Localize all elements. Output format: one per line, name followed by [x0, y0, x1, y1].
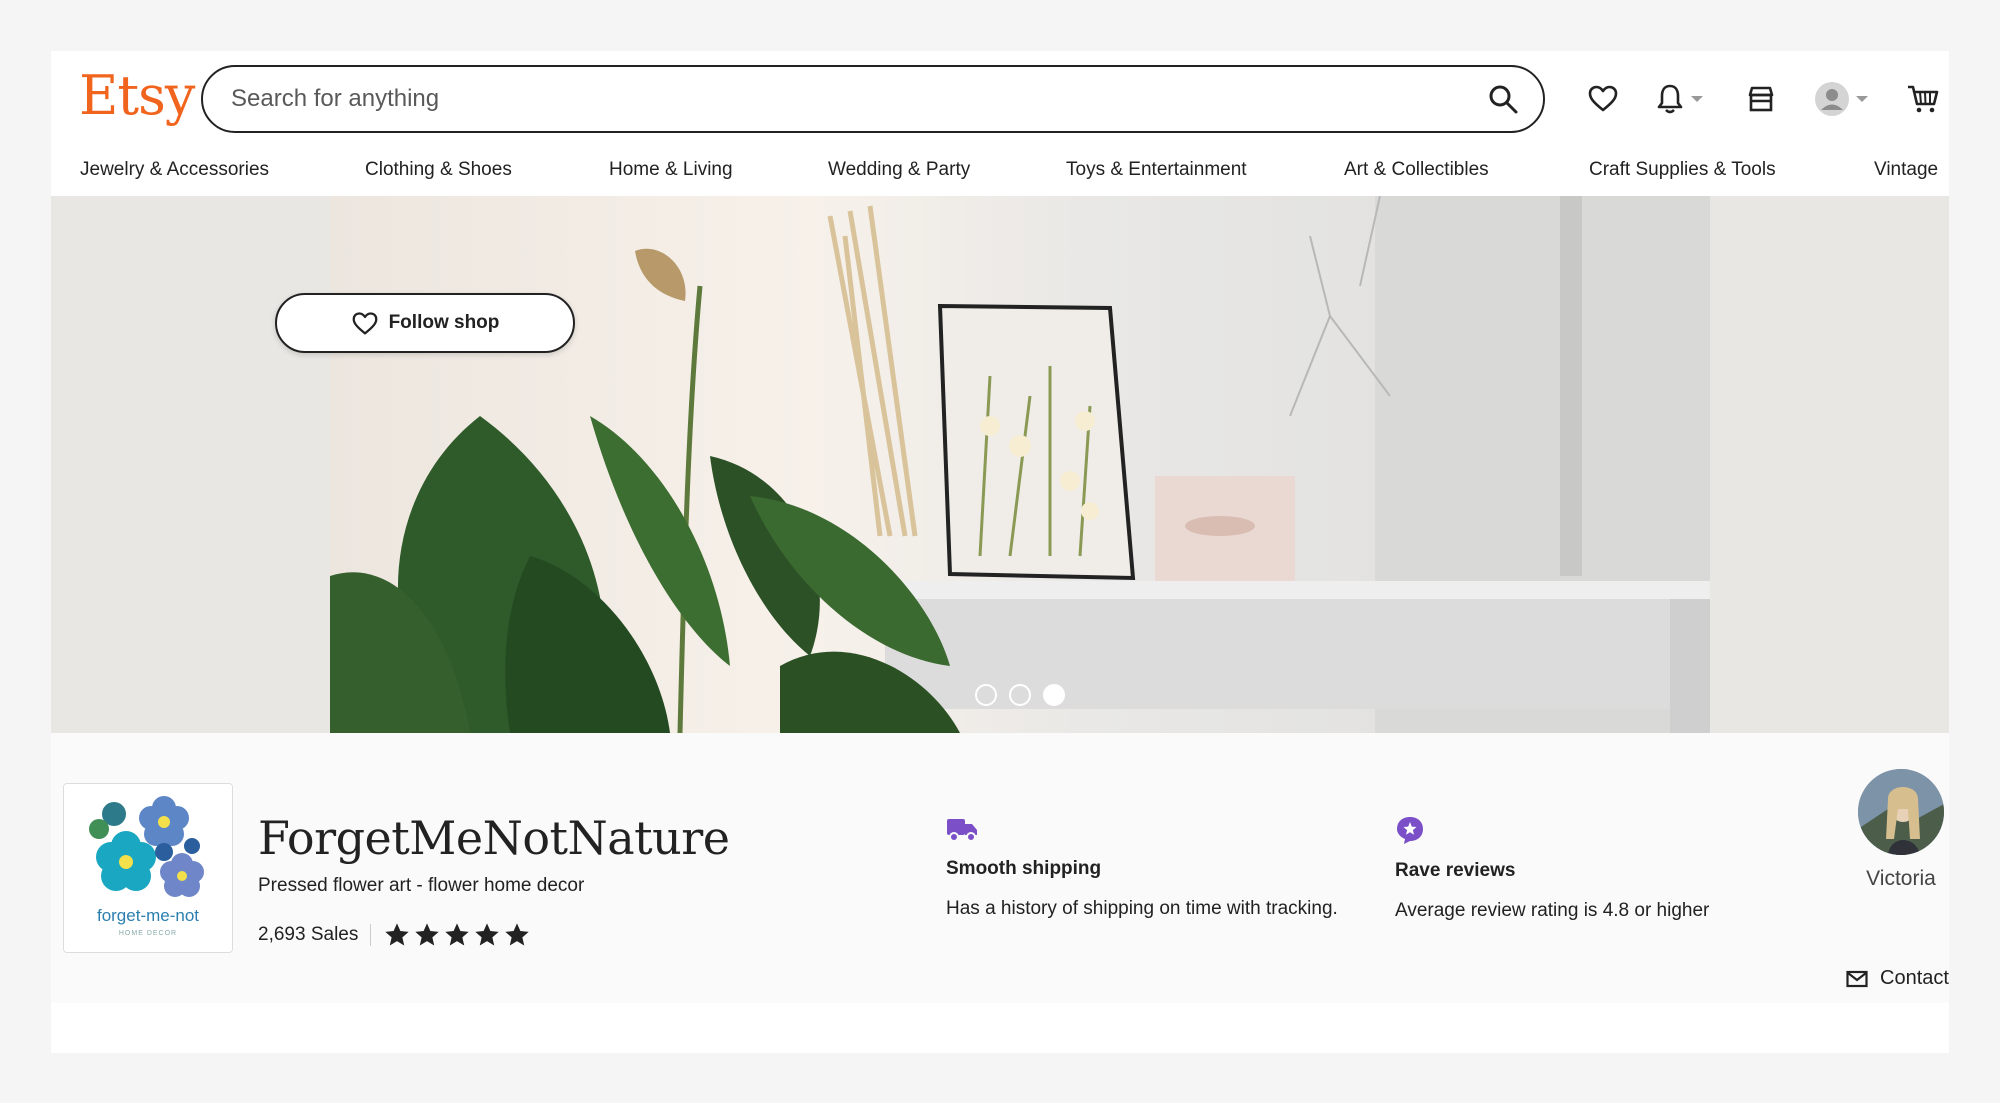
shop-logo[interactable]: forget-me-not HOME DECOR: [63, 783, 233, 953]
category-jewelry[interactable]: Jewelry & Accessories: [80, 159, 269, 181]
follow-shop-button[interactable]: Follow shop: [275, 293, 575, 353]
store-icon: [1748, 86, 1774, 112]
cart-button[interactable]: [1906, 79, 1940, 119]
search-bar: [201, 65, 1545, 133]
category-nav: Jewelry & Accessories Clothing & Shoes H…: [51, 151, 1949, 196]
category-craft[interactable]: Craft Supplies & Tools: [1589, 159, 1776, 181]
category-art[interactable]: Art & Collectibles: [1344, 159, 1489, 181]
category-clothing[interactable]: Clothing & Shoes: [365, 159, 512, 181]
star-icon: [505, 923, 530, 946]
shop-stats: 2,693 Sales: [258, 921, 531, 949]
shop-tagline: Pressed flower art - flower home decor: [258, 875, 585, 896]
etsy-logo[interactable]: Etsy: [79, 64, 195, 127]
account-button[interactable]: [1814, 79, 1868, 119]
truck-icon: [947, 819, 977, 842]
contact-label: Contact: [1880, 967, 1949, 989]
carousel-dots: [975, 684, 1065, 706]
contact-button[interactable]: Contact: [1846, 967, 1949, 990]
notifications-button[interactable]: [1655, 79, 1703, 119]
feature-text: Has a history of shipping on time with t…: [946, 898, 1338, 919]
category-home[interactable]: Home & Living: [609, 159, 733, 181]
chevron-down-icon: [1691, 96, 1703, 102]
shop-owner[interactable]: Victoria: [1858, 769, 1944, 891]
shop-logo-subtext: HOME DECOR: [118, 930, 178, 937]
forget-me-not-flowers-icon: [89, 796, 204, 897]
feature-rave-reviews: Rave reviews Average review rating is 4.…: [1395, 815, 1709, 922]
sales-count: 2,693 Sales: [258, 924, 359, 945]
shop-name[interactable]: ForgetMeNotNature: [258, 811, 730, 865]
divider: [370, 924, 372, 946]
search-input[interactable]: [231, 85, 1473, 113]
category-vintage[interactable]: Vintage: [1874, 159, 1938, 181]
site-header: Etsy Search for anything Jewelry & Acces…: [51, 51, 1949, 196]
chevron-down-icon: [1856, 96, 1868, 102]
user-avatar-icon: [1815, 82, 1849, 116]
owner-name: Victoria: [1866, 867, 1936, 890]
feature-smooth-shipping: Smooth shipping Has a history of shippin…: [946, 815, 1338, 920]
star-icon: [445, 923, 470, 946]
mail-icon: [1846, 970, 1868, 987]
star-icon: [385, 923, 410, 946]
feature-title: Rave reviews: [1395, 860, 1516, 881]
star-icon: [415, 923, 440, 946]
search-icon: [1489, 85, 1518, 114]
follow-shop-label: Follow shop: [388, 312, 500, 333]
cart-icon: [1908, 85, 1939, 113]
star-icon: [475, 923, 500, 946]
category-toys[interactable]: Toys & Entertainment: [1066, 159, 1247, 181]
heart-icon: [1588, 85, 1618, 112]
owner-photo: [1858, 769, 1944, 855]
page-frame: Etsy Search for anything Jewelry & Acces…: [51, 51, 1949, 1053]
shop-logo-text: forget-me-not: [96, 906, 200, 925]
rating-stars[interactable]: [383, 921, 531, 949]
feature-title: Smooth shipping: [946, 858, 1102, 879]
banner-image: [330, 196, 1710, 733]
carousel-dot-2[interactable]: [1009, 684, 1031, 706]
search-button[interactable]: [1473, 69, 1533, 129]
bell-icon: [1657, 84, 1683, 114]
favorites-button[interactable]: [1587, 79, 1619, 119]
carousel-dot-3[interactable]: [1043, 684, 1065, 706]
feature-text: Average review rating is 4.8 or higher: [1395, 900, 1710, 921]
heart-icon: [352, 312, 377, 335]
star-badge-icon: [1397, 817, 1423, 844]
shop-manager-button[interactable]: [1745, 79, 1777, 119]
owner-avatar[interactable]: [1858, 769, 1944, 855]
carousel-dot-1[interactable]: [975, 684, 997, 706]
category-wedding[interactable]: Wedding & Party: [828, 159, 970, 181]
shop-info-section: forget-me-not HOME DECOR ForgetMeNotNatu…: [51, 733, 1949, 1003]
shop-banner: [51, 196, 1949, 733]
